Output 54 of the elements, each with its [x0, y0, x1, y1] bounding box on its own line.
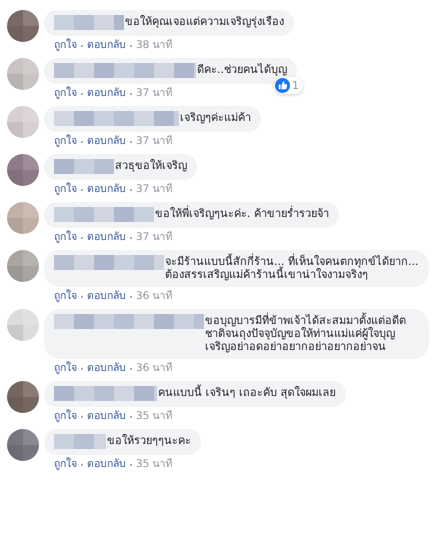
separator-dot [130, 92, 132, 94]
like-link[interactable]: ถูกใจ [54, 362, 77, 375]
like-link[interactable]: ถูกใจ [54, 183, 77, 196]
comment-text: เจริญๆค่ะแม่ค้า [180, 111, 251, 124]
reply-link[interactable]: ตอบกลับ [87, 362, 126, 375]
like-link[interactable]: ถูกใจ [54, 410, 77, 423]
comment-text: จะมีร้านแบบนี้สักกี่ร้าน... ที่เห็นใจคนตกทุกข์ได้ยาก... ต้องสรรเสริญแม่ค้าร้านนี้เขาน่าใจงามจริงๆ [165, 255, 419, 281]
like-link[interactable]: ถูกใจ [54, 39, 77, 52]
reply-link[interactable]: ตอบกลับ [87, 458, 126, 471]
separator-dot [130, 296, 132, 298]
like-link[interactable]: ถูกใจ [54, 458, 77, 471]
comment-text: ขอให้พี่เจริญๆนะค่ะ. ค้าขายร่ำรวยจ้า [155, 207, 329, 220]
comment-text: ขอให้คุณเจอแต่ความเจริญรุ่งเรือง [125, 15, 284, 28]
separator-dot [130, 236, 132, 238]
separator-dot [81, 44, 83, 46]
thumbs-up-icon [275, 78, 290, 93]
reply-link[interactable]: ตอบกลับ [87, 231, 126, 244]
blurred-name [54, 159, 114, 174]
reply-link[interactable]: ตอบกลับ [87, 410, 126, 423]
like-link[interactable]: ถูกใจ [54, 135, 77, 148]
separator-dot [81, 140, 83, 142]
blurred-name [54, 15, 124, 30]
comment-text: สวธุขอให้เจริญ [115, 159, 187, 172]
like-link[interactable]: ถูกใจ [54, 290, 77, 303]
reply-link[interactable]: ตอบกลับ [87, 290, 126, 303]
avatar[interactable] [7, 381, 39, 413]
avatar[interactable] [7, 154, 39, 186]
separator-dot [130, 188, 132, 190]
reply-link[interactable]: ตอบกลับ [87, 183, 126, 196]
separator-dot [130, 44, 132, 46]
like-link[interactable]: ถูกใจ [54, 231, 77, 244]
separator-dot [81, 236, 83, 238]
avatar[interactable] [7, 429, 39, 461]
comment-text: ขอให้รวยๆๆนะคะ [107, 434, 191, 447]
like-link[interactable]: ถูกใจ [54, 87, 77, 100]
avatar[interactable] [7, 10, 39, 42]
separator-dot [130, 368, 132, 370]
reply-link[interactable]: ตอบกลับ [87, 39, 126, 52]
separator-dot [81, 92, 83, 94]
avatar[interactable] [7, 250, 39, 282]
separator-dot [81, 188, 83, 190]
separator-dot [81, 368, 83, 370]
blurred-name [54, 434, 106, 449]
separator-dot [130, 464, 132, 466]
separator-dot [130, 416, 132, 418]
comment-text: ดีคะ..ช่วยคนได้บุญ [197, 63, 287, 76]
separator-dot [81, 416, 83, 418]
separator-dot [81, 296, 83, 298]
separator-dot [81, 464, 83, 466]
reply-link[interactable]: ตอบกลับ [87, 87, 126, 100]
comment-text: ขอบุญบารมีที่ข้าพเจ้าได้สะสมมาตั้งแต่อดีตชาติจนถุงปัจจุบัญขอให้ท่านแม่แค่ผู้ใจบุญเจริญอย่าอดอย่าอยากอย่าอยากอย่าจน [205, 314, 407, 353]
separator-dot [130, 140, 132, 142]
reply-link[interactable]: ตอบกลับ [87, 135, 126, 148]
comment-text: คนแบบนี้ เจรินๆ เถอะคับ สุดใจผมเลย [158, 386, 336, 399]
